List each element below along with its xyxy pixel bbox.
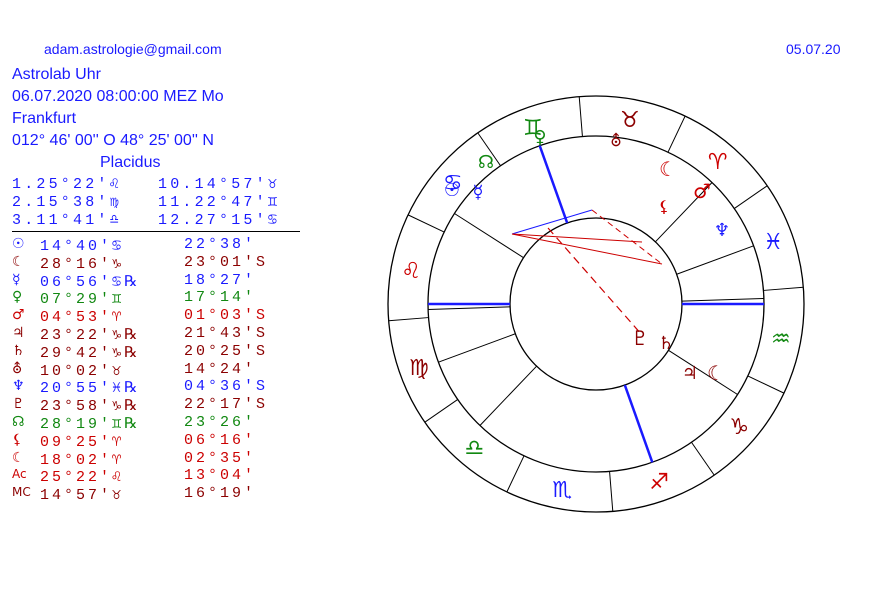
house-cusp-line <box>479 365 537 426</box>
planet-glyph-on-wheel: ⚸ <box>658 197 670 216</box>
planet-glyph-on-wheel: ♂ <box>693 179 711 203</box>
zodiac-sign-glyph: ♐ <box>649 470 669 495</box>
aspect-line <box>591 209 663 265</box>
planet-glyph-on-wheel: ♃ <box>682 363 698 384</box>
sign-divider <box>763 286 804 291</box>
zodiac-sign-glyph: ♑ <box>729 415 749 440</box>
planet-glyph-on-wheel: ☉ <box>444 180 460 201</box>
planet-glyph-on-wheel: ☾ <box>659 157 677 181</box>
zodiac-sign-glyph: ♌ <box>401 259 421 284</box>
sign-divider <box>691 441 715 476</box>
zodiac-sign-glyph: ♓ <box>763 230 783 255</box>
planet-glyph-on-wheel: ⛢ <box>610 131 622 150</box>
planet-glyph-on-wheel: ♆ <box>714 220 730 241</box>
planet-glyph-on-wheel: ♇ <box>631 326 649 350</box>
center-ring <box>509 217 683 391</box>
sign-divider <box>609 471 614 512</box>
house-cusp-line <box>668 349 738 395</box>
house-cusp-line <box>454 213 524 259</box>
house-cusp-line <box>676 245 754 275</box>
sign-divider <box>506 455 525 493</box>
house-cusp-line <box>428 306 511 311</box>
house-cusp-line <box>681 297 764 302</box>
house-cusp-line <box>438 333 516 363</box>
zodiac-sign-glyph: ♒ <box>771 327 791 352</box>
sign-divider <box>667 115 686 153</box>
axis-line <box>623 384 654 463</box>
sign-divider <box>747 375 785 394</box>
zodiac-sign-glyph: ♈ <box>708 150 728 175</box>
zodiac-sign-glyph: ♏ <box>552 478 572 503</box>
sign-divider <box>407 214 445 233</box>
planet-glyph-on-wheel: ♄ <box>658 333 674 354</box>
sign-divider <box>733 185 768 209</box>
axis-line <box>538 145 569 224</box>
planet-glyph-on-wheel: ☊ <box>478 152 494 173</box>
planet-glyph-on-wheel: ♀ <box>533 127 546 148</box>
zodiac-sign-glyph: ♎ <box>464 436 484 461</box>
planet-glyph-on-wheel: ☾ <box>707 361 725 385</box>
sign-divider <box>578 96 583 137</box>
sign-divider <box>388 317 429 322</box>
zodiac-sign-glyph: ♉ <box>620 108 640 133</box>
planet-glyph-on-wheel: ☿ <box>472 182 483 203</box>
sign-divider <box>424 399 459 423</box>
zodiac-sign-glyph: ♍ <box>409 356 429 381</box>
horoscope-wheel: ♉♈♓♒♑♐♏♎♍♌♋♊♀☊☉ ☿⛢☾♂⚸♆♇ ♄♃ ☾ <box>387 95 805 513</box>
